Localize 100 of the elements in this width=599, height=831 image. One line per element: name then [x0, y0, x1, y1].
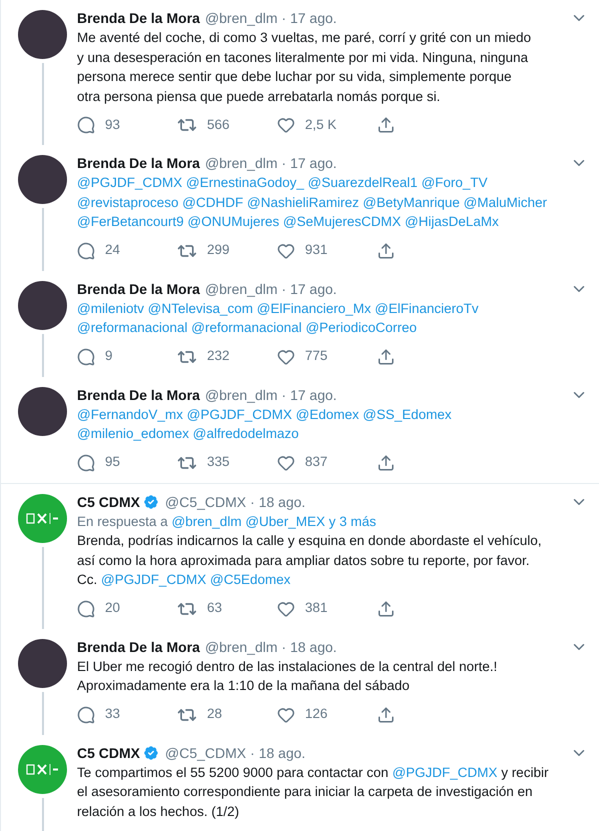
avatar-photo-placeholder	[18, 638, 67, 688]
mention-link[interactable]: @NTelevisa_com	[148, 300, 253, 316]
reply-icon	[77, 242, 95, 260]
author-name[interactable]: C5 CDMX	[77, 492, 140, 512]
retweet-button[interactable]: 28	[177, 704, 277, 725]
mention-link[interactable]: @revistaproceso	[77, 194, 178, 210]
tweet-date[interactable]: · 18 ago.	[282, 636, 337, 656]
reply-button[interactable]: 95	[77, 452, 177, 473]
mention-link[interactable]: @mileniotv	[77, 300, 144, 316]
tweet-date[interactable]: · 18 ago.	[250, 742, 306, 762]
avatar-photo-placeholder	[18, 280, 67, 330]
tweet-date[interactable]: · 17 ago.	[282, 384, 337, 404]
share-button[interactable]	[377, 600, 395, 618]
mention-link[interactable]: @alfredodelmazo	[192, 426, 299, 441]
retweet-button[interactable]: 566	[177, 114, 277, 136]
share-button[interactable]	[377, 454, 395, 472]
author-handle[interactable]: @C5_CDMX	[165, 492, 246, 512]
like-button[interactable]: 381	[277, 598, 377, 619]
share-icon	[377, 348, 395, 366]
mention-link[interactable]: @BetyManrique	[362, 194, 460, 210]
mention-link[interactable]: @reformanacional	[77, 320, 188, 335]
share-button[interactable]	[377, 242, 395, 260]
tweet-date[interactable]: · 18 ago.	[250, 492, 306, 512]
author-name[interactable]: Brenda De la Mora	[77, 384, 200, 404]
verified-badge-icon	[142, 492, 160, 510]
author-name[interactable]: C5 CDMX	[77, 742, 140, 762]
reply-button[interactable]: 24	[77, 240, 177, 261]
author-handle[interactable]: @bren_dlm	[204, 636, 278, 656]
mention-link[interactable]: @Foro_TV	[421, 175, 488, 190]
like-icon	[277, 706, 295, 724]
mention-link[interactable]: @SeMujeresCDMX	[283, 214, 401, 229]
mention-link[interactable]: @C5Edomex	[210, 572, 290, 587]
like-button[interactable]: 931	[277, 240, 377, 261]
share-icon	[377, 242, 395, 260]
mention-link[interactable]: @SuarezdelReal1	[308, 175, 418, 190]
mention-link[interactable]: @FerBetancourt9	[77, 214, 184, 229]
mention-link[interactable]: @PGJDF_CDMX	[101, 572, 206, 587]
mention-link[interactable]: @NashieliRamirez	[246, 194, 359, 210]
mention-link[interactable]: @PGJDF_CDMX	[77, 175, 182, 190]
like-button[interactable]: 2,5 K	[277, 114, 377, 136]
tweet-text: El Uber me recogió dentro de las instalaciones de la central del norte.! Aproximadamente era la 1:10 de la mañana del sábado	[77, 658, 498, 695]
mention-link[interactable]: @Uber_MEX	[245, 514, 326, 528]
tweet-text: Brenda, podrías indicarnos la calle y esquina en donde abordaste el vehículo, así como la hora aproximada para ampliar datos sobre tu reporte, por favor. Cc. @PGJDF_CDMX @C5Edomex	[77, 532, 543, 589]
share-icon	[377, 706, 395, 724]
retweet-button[interactable]: 335	[177, 452, 277, 473]
mention-link[interactable]: y 3 más	[328, 514, 376, 528]
reply-button[interactable]: 33	[77, 704, 177, 725]
author-handle[interactable]: @bren_dlm	[204, 8, 278, 28]
mention-link[interactable]: @PeriodicoCorreo	[306, 320, 417, 335]
mention-link[interactable]: @reformanacional	[191, 320, 302, 335]
mention-link[interactable]: @SS_Edomex	[362, 406, 452, 422]
tweet-text: Me aventé del coche, di como 3 vueltas, me paré, corrí y grité con un miedo y una desesperación en tacones literalmente por mi vida. Ninguna, ninguna persona merece sentir que debe luchar por su vida, simplemente porque otra persona piensa que puede arrebatarla nomás porque si.	[77, 29, 532, 106]
mention-link[interactable]: @ONUMujeres	[188, 214, 280, 229]
verified-badge-icon	[142, 744, 160, 762]
author-handle[interactable]: @bren_dlm	[204, 278, 278, 298]
mention-link[interactable]: @Edomex	[296, 406, 359, 422]
like-icon	[277, 348, 295, 366]
author-name[interactable]: Brenda De la Mora	[77, 153, 200, 173]
mention-link[interactable]: @FernandoV_mx	[77, 406, 184, 422]
avatar-logo-icon	[18, 744, 67, 794]
mention-link[interactable]: @ErnestinaGodoy_	[186, 175, 304, 190]
mention-link[interactable]: @ElFinanciero_Mx	[256, 300, 372, 316]
retweet-button[interactable]: 232	[177, 346, 277, 367]
author-handle[interactable]: @bren_dlm	[204, 153, 278, 173]
mention-link[interactable]: @ElFinancieroTv	[374, 300, 479, 316]
reply-button[interactable]: 20	[77, 598, 177, 619]
author-name[interactable]: Brenda De la Mora	[77, 636, 200, 656]
like-button[interactable]: 126	[277, 704, 377, 725]
tweet-date[interactable]: · 17 ago.	[282, 153, 337, 173]
share-button[interactable]	[377, 706, 395, 724]
mention-link[interactable]: @PGJDF_CDMX	[186, 406, 292, 422]
mention-link[interactable]: @MaluMicher	[464, 194, 547, 210]
reply-button[interactable]: 93	[77, 114, 177, 136]
mention-link[interactable]: @milenio_edomex	[77, 426, 190, 441]
author-handle[interactable]: @bren_dlm	[204, 384, 278, 404]
tweet-date[interactable]: · 17 ago.	[282, 8, 337, 28]
tweet-date[interactable]: · 17 ago.	[282, 278, 337, 298]
mention-link[interactable]: @bren_dlm	[172, 514, 242, 528]
avatar-photo-placeholder	[18, 386, 67, 436]
mention-link[interactable]: @PGJDF_CDMX	[392, 764, 498, 780]
share-button[interactable]	[377, 348, 395, 366]
share-icon	[377, 600, 395, 618]
author-handle[interactable]: @C5_CDMX	[165, 742, 246, 762]
author-name[interactable]: Brenda De la Mora	[77, 278, 200, 298]
mention-link[interactable]: @CDHDF	[182, 194, 244, 210]
share-button[interactable]	[377, 116, 395, 134]
reply-icon	[77, 600, 95, 618]
reply-button[interactable]: 9	[77, 346, 177, 367]
thread-line	[42, 334, 44, 376]
retweet-button[interactable]: 63	[177, 598, 277, 619]
like-button[interactable]: 775	[277, 346, 377, 367]
mention-link[interactable]: @HijasDeLaMx	[404, 214, 499, 229]
retweet-button[interactable]: 299	[177, 240, 277, 261]
avatar-logo-icon	[18, 494, 67, 542]
reply-icon	[77, 116, 95, 134]
thread-line	[42, 798, 44, 831]
like-button[interactable]: 837	[277, 452, 377, 473]
reply-context: En respuesta a @bren_dlm @Uber_MEX y 3 más	[77, 512, 378, 531]
like-icon	[277, 116, 295, 134]
author-name[interactable]: Brenda De la Mora	[77, 8, 200, 28]
